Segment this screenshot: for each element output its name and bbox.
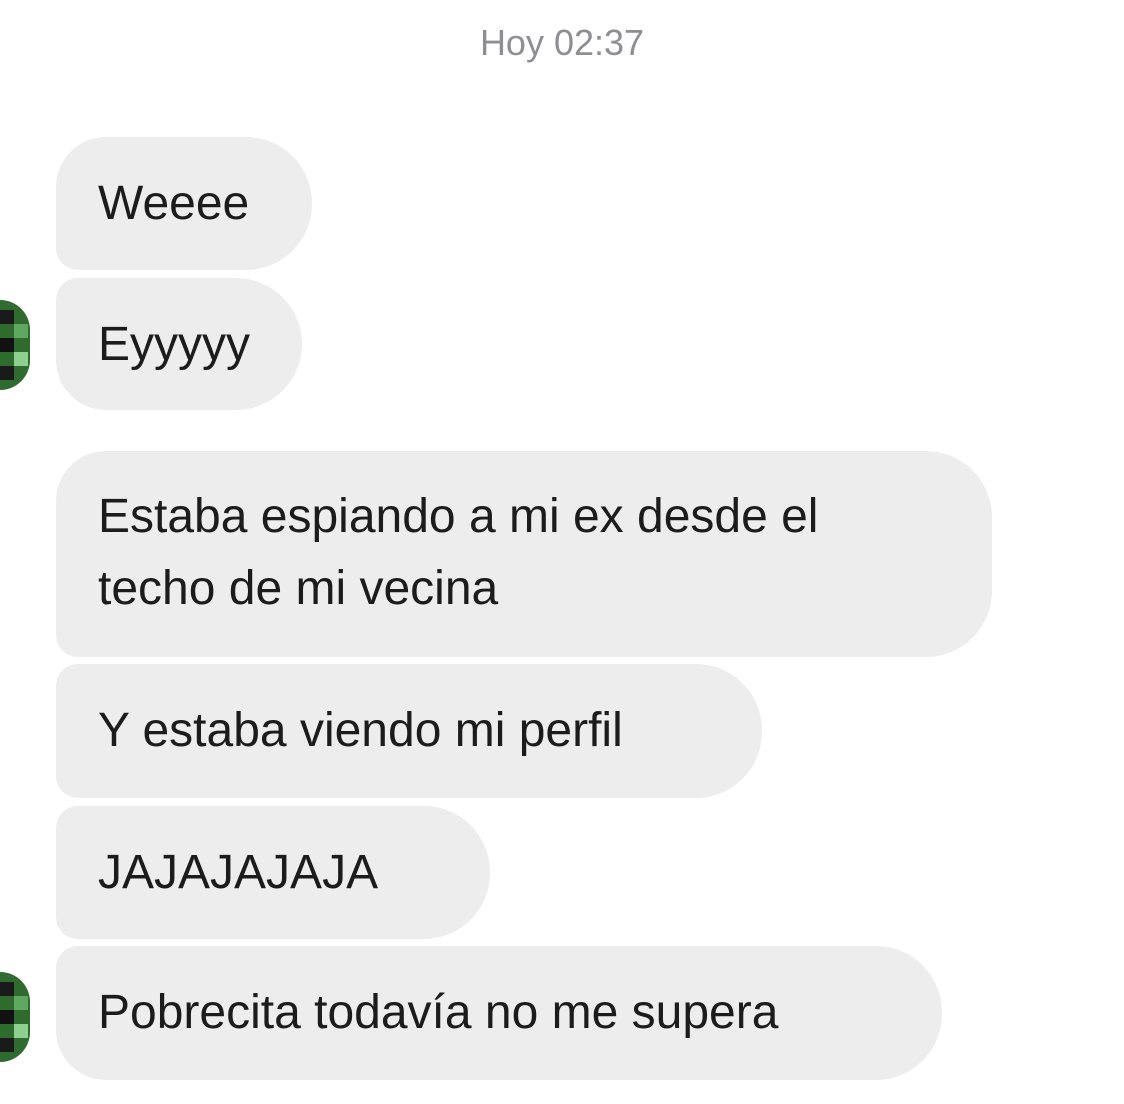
avatar-pixel: [14, 996, 28, 1010]
avatar-pixel: [0, 1038, 14, 1052]
message-text: JAJAJAJAJA: [98, 846, 379, 899]
message-bubble[interactable]: Y estaba viendo mi perfil: [56, 664, 762, 798]
avatar-pixel: [14, 324, 28, 338]
message-text-line: Estaba espiando a mi ex desde el: [98, 490, 819, 543]
avatar-pixel: [0, 1010, 14, 1024]
avatar-pixel: [0, 310, 14, 324]
message-text-line: techo de mi vecina: [98, 562, 499, 615]
message-bubble[interactable]: Weeee: [56, 137, 312, 270]
message-text: Pobrecita todavía no me supera: [98, 986, 779, 1039]
message-text: Weeee: [98, 177, 250, 230]
avatar-pixel: [14, 352, 28, 366]
message-bubble[interactable]: Estaba espiando a mi ex desde el techo d…: [56, 451, 992, 657]
message-text: Y estaba viendo mi perfil: [98, 704, 623, 757]
message-text: Eyyyyy: [98, 318, 251, 371]
avatar-pixel: [0, 982, 14, 996]
message-bubble[interactable]: Pobrecita todavía no me supera: [56, 946, 942, 1080]
message-bubble[interactable]: Eyyyyy: [56, 278, 302, 410]
contact-avatar[interactable]: [0, 300, 30, 390]
avatar-pixel: [0, 338, 14, 352]
avatar-pixel: [14, 1024, 28, 1038]
message-timestamp: Hoy 02:37: [479, 22, 645, 63]
message-bubble[interactable]: JAJAJAJAJA: [56, 806, 490, 939]
contact-avatar[interactable]: [0, 972, 30, 1062]
avatar-pixel: [0, 366, 14, 380]
